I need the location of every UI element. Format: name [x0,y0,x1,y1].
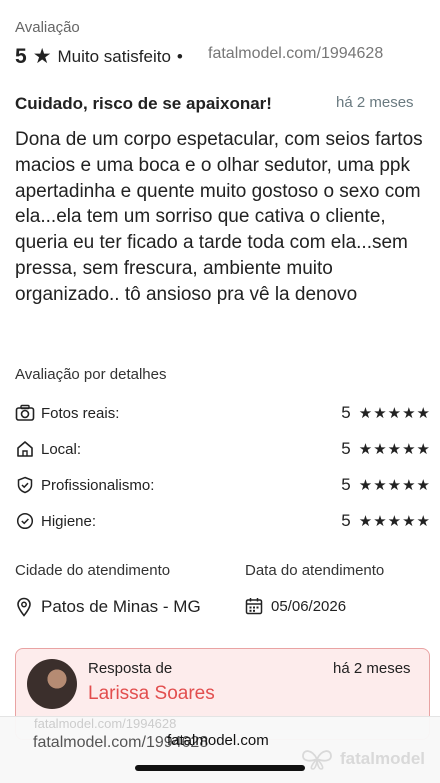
city-value: Patos de Minas - MG [41,597,201,616]
service-date: 05/06/2026 [245,597,346,615]
detail-stars: ★★★★★ [358,477,431,494]
detail-label: Local: [41,440,82,458]
response-author-name[interactable]: Larissa Soares [88,683,215,705]
detail-row-fotos: Fotos reais: 5 ★★★★★ [15,403,431,423]
review-time-ago: há 2 meses [336,94,414,111]
detail-row-local: Local: 5 ★★★★★ [15,439,431,459]
satisfaction-label: Muito satisfeito [57,46,171,66]
review-text: Dona de um corpo espetacular, com seios … [15,129,423,305]
overall-rating: 5 ★ Muito satisfeito • [15,44,183,69]
date-label: Data do atendimento [245,562,385,579]
brand-name: fatalmodel [340,749,426,768]
response-time-ago: há 2 meses [333,660,411,677]
calendar-icon [245,597,263,615]
watermark-url: fatalmodel.com/1994628 [208,45,384,62]
check-circle-icon [15,512,35,530]
brand-logo: fatalmodel [300,747,425,771]
review-title: Cuidado, risco de se apaixonar! [15,94,272,113]
response-label: Resposta de [88,660,173,677]
watermark-center: fatalmodel.com [167,732,269,749]
detail-label: Fotos reais: [41,404,120,422]
home-icon [15,440,35,458]
camera-icon [15,404,35,422]
faded-watermark: fatalmodel.com/1994628 [34,716,177,731]
shield-check-icon [15,476,35,494]
detail-score: 5 [341,511,351,530]
home-indicator[interactable] [135,765,305,771]
detail-score: 5 [341,403,351,422]
city-label: Cidade do atendimento [15,562,171,579]
detail-stars: ★★★★★ [358,405,431,422]
details-heading: Avaliação por detalhes [15,366,167,383]
butterfly-icon [300,747,334,771]
review-section-label: Avaliação [15,19,80,36]
detail-stars: ★★★★★ [358,513,431,530]
location-pin-icon [15,597,33,617]
separator-dot: • [176,46,183,66]
detail-row-profissionalismo: Profissionalismo: 5 ★★★★★ [15,475,431,495]
detail-label: Higiene: [41,512,97,530]
avatar[interactable] [27,659,77,709]
detail-row-higiene: Higiene: 5 ★★★★★ [15,511,431,531]
detail-score: 5 [341,439,351,458]
detail-label: Profissionalismo: [41,476,155,494]
date-value: 05/06/2026 [271,597,347,615]
star-icon: ★ [32,45,52,68]
detail-score: 5 [341,475,351,494]
overall-score: 5 [15,44,27,68]
detail-stars: ★★★★★ [358,441,431,458]
service-city: Patos de Minas - MG [15,597,201,617]
